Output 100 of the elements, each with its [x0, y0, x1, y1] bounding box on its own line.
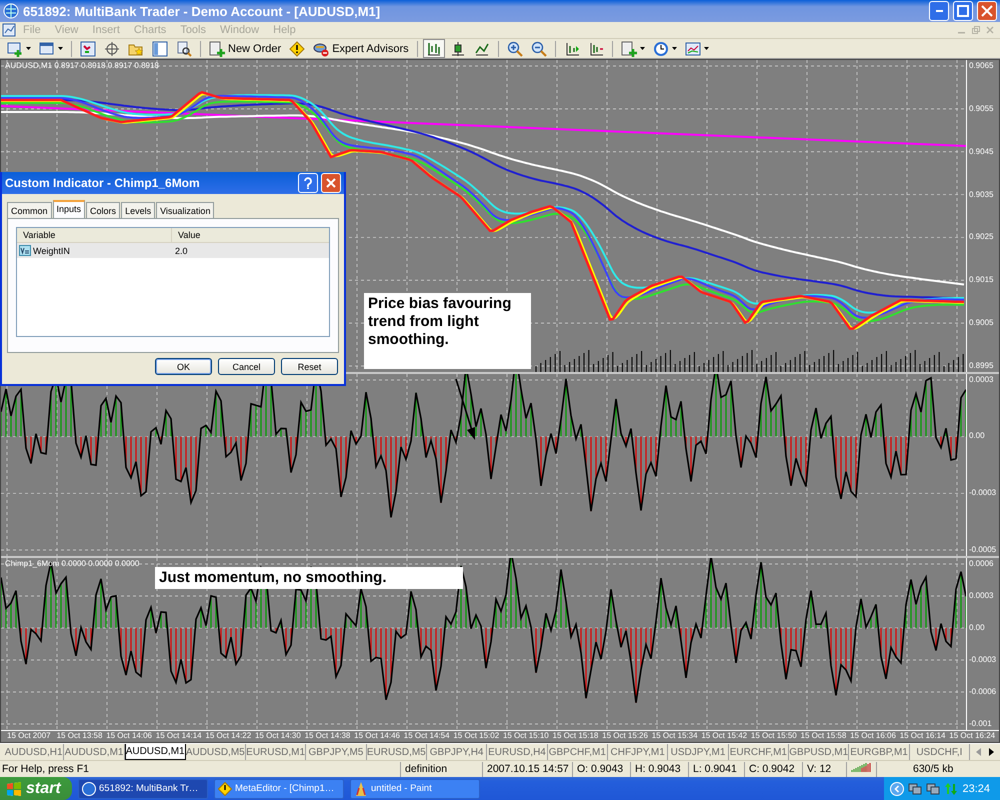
axis-label: 0.0003: [969, 374, 994, 386]
time-label: 15 Oct 15:10: [502, 730, 550, 742]
connection-bars-icon: [851, 762, 871, 772]
close-icon: [325, 177, 337, 189]
chart-tab[interactable]: CHFJPY,M1: [608, 744, 668, 760]
time-label: 15 Oct 13:58: [56, 730, 104, 742]
chart-tab[interactable]: EURCHF,M1: [728, 744, 790, 760]
chart-arrow-icon: [564, 40, 580, 56]
taskbar-button[interactable]: 651892: MultiBank Tr…: [78, 778, 208, 798]
caret-icon: [672, 47, 677, 50]
annotation-note: Price bias favouring trend from light smoothing.: [364, 293, 531, 369]
chart-tab[interactable]: USDCHF,I: [910, 744, 970, 760]
time-label: 15 Oct 16:06: [850, 730, 897, 742]
question-mark-icon: [303, 177, 313, 189]
network-icon[interactable]: [926, 782, 940, 796]
chart-icon: [80, 40, 96, 56]
time-label: 15 Oct 14:14: [156, 730, 203, 742]
bar-chart-icon: [426, 40, 442, 56]
chart-tab[interactable]: EURUSD,H4: [487, 744, 548, 760]
dialog-tab[interactable]: Colors: [86, 202, 120, 218]
maximize-button[interactable]: [953, 1, 973, 21]
time-label: 15 Oct 14:46: [354, 730, 401, 742]
dialog-button[interactable]: OK: [155, 358, 212, 375]
dialog-button[interactable]: Reset: [281, 358, 338, 375]
chart-shift-icon: [588, 40, 604, 56]
chart-tab[interactable]: GBPUSD,M1: [789, 744, 850, 760]
chevron-left-icon[interactable]: [890, 782, 904, 796]
warning-icon: [289, 40, 306, 56]
axis-label: 0.9035: [969, 188, 994, 201]
dialog-button[interactable]: Cancel: [218, 358, 275, 375]
status-text: For Help, press F1: [1, 763, 90, 775]
minimize-button[interactable]: [929, 1, 949, 21]
arrow: [455, 378, 475, 440]
time-label: 15 Oct 14:22: [205, 730, 252, 742]
axis-label: 0.9015: [969, 274, 994, 286]
close-icon: [981, 5, 993, 17]
window-title: 651892: MultiBank Trader - Demo Account - [AUDUSD,M1]: [23, 4, 382, 18]
chart-tab[interactable]: GBPCHF,M1: [548, 744, 608, 760]
maximize-icon: [957, 5, 969, 17]
indicator-title: Chimp1_6Mom 0.0000 0.0000 0.0000: [5, 558, 140, 568]
variable-icon: [19, 245, 31, 256]
time-label: 15 Oct 16:14: [900, 730, 946, 742]
chart-tab[interactable]: AUDUSD,M5: [186, 744, 246, 760]
warning-icon: [218, 782, 232, 796]
axis-label: -0.0006: [969, 686, 998, 698]
taskbar-button[interactable]: untitled - Paint: [350, 778, 480, 798]
close-button[interactable]: [321, 173, 341, 193]
close-button[interactable]: [977, 1, 997, 21]
clock-icon: [652, 40, 669, 56]
annotation-note: Just momentum, no smoothing.: [155, 566, 463, 589]
dialog-tab[interactable]: Levels: [121, 202, 156, 218]
time-label: 15 Oct 15:50: [750, 730, 798, 742]
chart-tab[interactable]: EURGBP,M1: [849, 744, 910, 760]
taskbar-button[interactable]: MetaEditor - [Chimp1…: [214, 778, 344, 798]
right-arrow-icon[interactable]: [989, 748, 994, 756]
caret-icon: [640, 47, 645, 50]
chart-tab[interactable]: EURUSD,M1: [246, 744, 306, 760]
toolbar-button[interactable]: New Order: [206, 39, 284, 58]
toolbar-button[interactable]: Expert Advisors: [310, 39, 412, 58]
time-label: 15 Oct 14:30: [254, 730, 302, 742]
table-cell: WeightIN: [33, 246, 70, 256]
start-button[interactable]: start: [0, 777, 72, 800]
list-row[interactable]: WeightIN 2.0: [17, 243, 329, 258]
time-label: 15 Oct 15:42: [701, 730, 748, 742]
dialog-title: Custom Indicator - Chimp1_6Mom: [5, 176, 201, 190]
dialog-tab[interactable]: Inputs: [52, 200, 86, 218]
time-label: 15 Oct 15:58: [800, 730, 848, 742]
chart-tab[interactable]: AUDUSD,M1: [124, 744, 186, 760]
caret-icon: [704, 47, 709, 50]
globe-icon: [82, 782, 96, 796]
windows-logo-icon: [6, 780, 22, 796]
toolbar-icon-button[interactable]: [422, 39, 445, 58]
chart-title: AUDUSD,M1 0.8917 0.8918 0.8917 0.8918: [5, 61, 159, 70]
chart-tab[interactable]: GBPJPY,H4: [426, 744, 488, 760]
dialog-tab[interactable]: Visualization: [156, 202, 214, 218]
document-plus-icon: [209, 40, 225, 56]
axis-label: 0.00: [969, 622, 986, 634]
network-icon[interactable]: [908, 782, 922, 796]
axis-label: 0.9025: [969, 231, 994, 244]
chart-tab[interactable]: AUDUSD,H1: [4, 744, 64, 760]
axis-label: -0.0003: [969, 487, 998, 500]
axis-label: 0.8995: [969, 360, 994, 372]
time-label: 15 Oct 15:34: [652, 730, 699, 742]
window-icon: [39, 40, 55, 56]
document-plus-icon: [620, 40, 637, 56]
paint-icon: [354, 782, 368, 796]
time-label: 15 Oct 14:06: [106, 730, 153, 742]
caret-icon: [26, 47, 31, 50]
help-button[interactable]: [298, 173, 318, 193]
crosshair-icon: [104, 40, 120, 56]
axis-label: -0.001: [969, 718, 993, 730]
time-label: 15 Oct 15:18: [552, 730, 600, 742]
axis-label: 0.9065: [969, 60, 994, 72]
axis-label: 0.9055: [969, 102, 994, 115]
chart-tab[interactable]: EURUSD,M5: [366, 744, 427, 760]
dialog-tab[interactable]: Common: [7, 202, 52, 218]
chart-tab[interactable]: USDJPY,M1: [668, 744, 729, 760]
chart-tab[interactable]: GBPJPY,M5: [306, 744, 367, 760]
column-header: Value: [177, 229, 202, 242]
chart-window-icon: [684, 40, 701, 56]
